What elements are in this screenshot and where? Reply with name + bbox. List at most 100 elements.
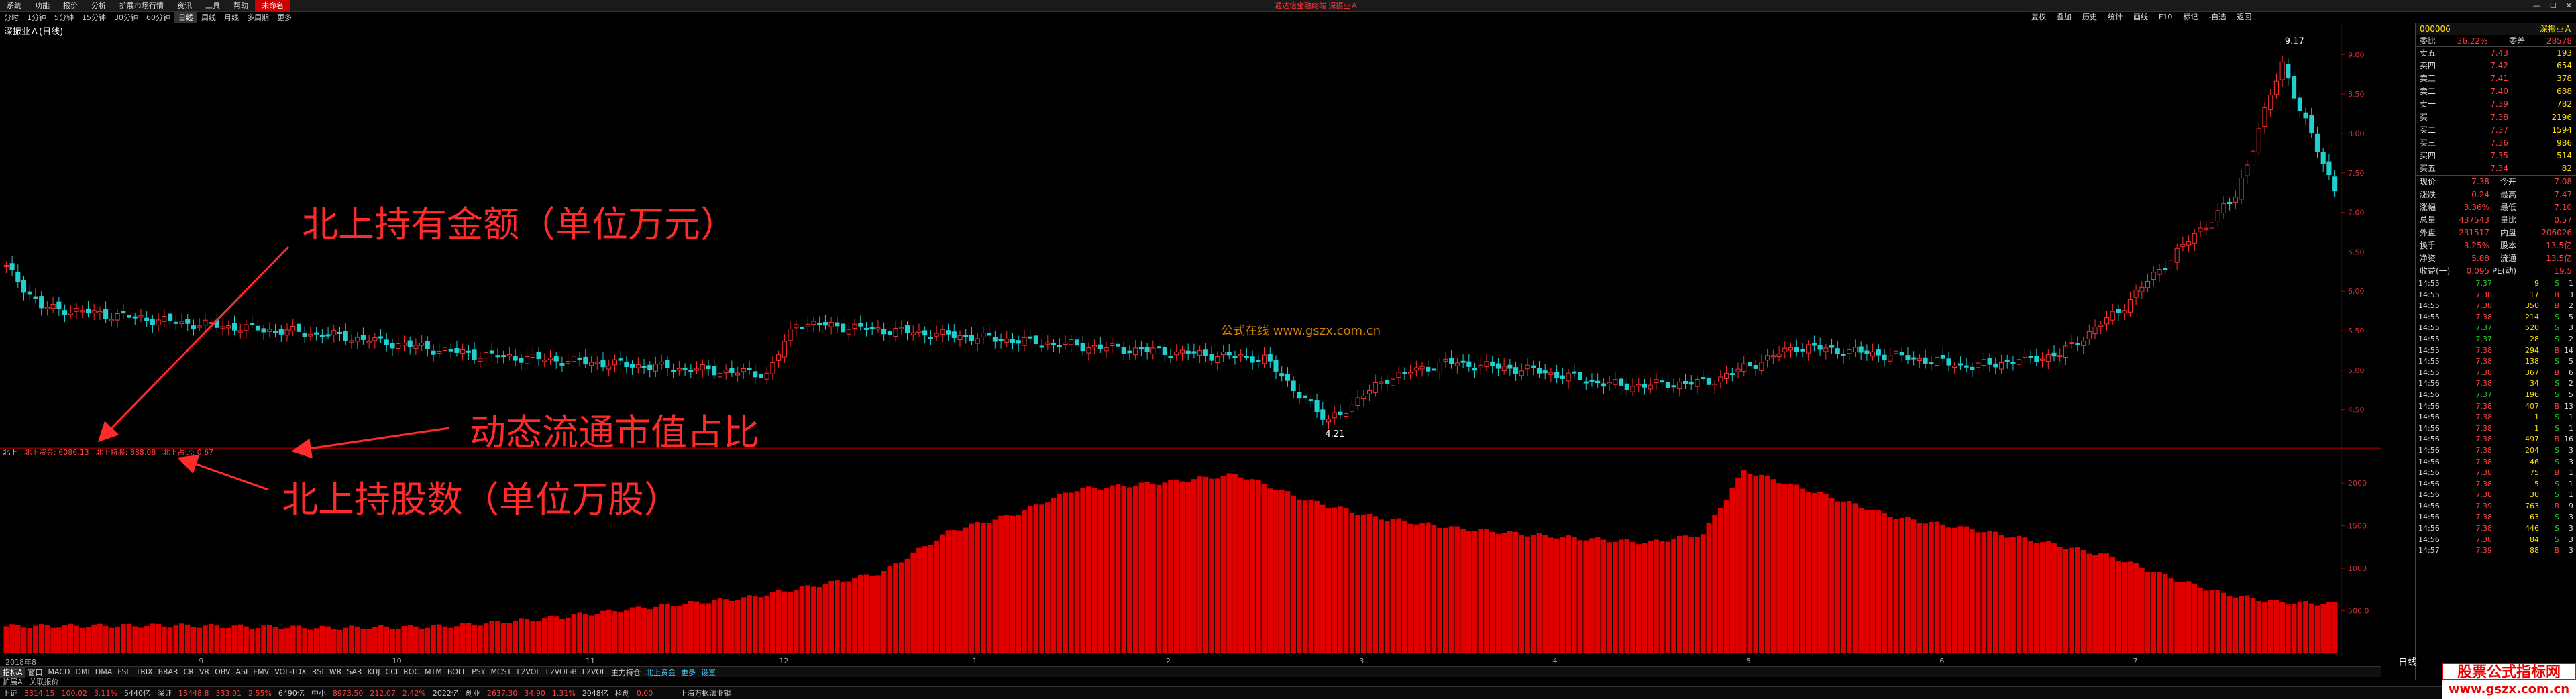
- period-tab[interactable]: 月线: [220, 12, 243, 23]
- indicator-tab[interactable]: 更多: [678, 667, 698, 678]
- candle-body: [863, 327, 869, 330]
- indicator-tab[interactable]: PSY: [469, 667, 488, 676]
- candle-body: [1203, 350, 1208, 356]
- indicator-tab[interactable]: MTM: [422, 667, 445, 676]
- indicator-tab[interactable]: TRIX: [133, 667, 155, 676]
- period-tab[interactable]: 日线: [174, 12, 197, 23]
- toolbar-button[interactable]: -自选: [2203, 12, 2231, 23]
- indicator-tab[interactable]: 设置: [698, 667, 718, 678]
- indicator-tab[interactable]: L2VOL-B: [543, 667, 580, 676]
- candle-body: [1308, 399, 1313, 402]
- holding-bar: [1051, 498, 1057, 653]
- indicator-tab[interactable]: WR: [327, 667, 345, 676]
- candle-body: [1858, 346, 1864, 353]
- order-row: 买一 7.38 2196: [2420, 111, 2572, 124]
- candle-body: [290, 326, 296, 331]
- sub-tick-label: 1500: [2348, 522, 2367, 531]
- candle-body: [220, 326, 225, 329]
- indicator-tab[interactable]: 主力持仓: [608, 667, 643, 678]
- candle-body: [928, 337, 933, 339]
- indicator-tab[interactable]: OBV: [212, 667, 233, 676]
- candle-body: [566, 361, 571, 364]
- indicator-tab[interactable]: VOL-TDX: [272, 667, 309, 676]
- menu-item[interactable]: 帮助: [227, 0, 255, 12]
- menu-item[interactable]: 功能: [28, 0, 56, 12]
- holding-bar: [331, 629, 337, 653]
- order-row: 买四 7.35 514: [2420, 150, 2572, 162]
- menu-item[interactable]: 报价: [56, 0, 85, 12]
- indicator-tab[interactable]: DMI: [73, 667, 93, 676]
- menu-item[interactable]: 系统: [0, 0, 28, 12]
- holding-bar: [1841, 501, 1846, 653]
- indicator-tab[interactable]: L2VOL: [580, 667, 608, 676]
- close-icon[interactable]: ✕: [2566, 0, 2572, 12]
- holding-bar: [688, 600, 694, 653]
- period-tab[interactable]: 1分钟: [23, 12, 50, 23]
- quote-row: 现价 7.38 今开 7.08: [2420, 176, 2572, 189]
- indicator-tab[interactable]: RSI: [309, 667, 327, 676]
- index-name[interactable]: 科创: [615, 688, 630, 698]
- toolbar-button[interactable]: 返回: [2231, 12, 2257, 23]
- indicator-tab[interactable]: CR: [181, 667, 197, 676]
- period-tab[interactable]: 周线: [197, 12, 220, 23]
- toolbar-button[interactable]: 复权: [2026, 12, 2051, 23]
- indicator-tab[interactable]: KDJ: [365, 667, 383, 676]
- index-name[interactable]: 深证: [157, 688, 172, 698]
- index-value: 3314.15: [24, 688, 55, 698]
- menu-item[interactable]: 分析: [85, 0, 113, 12]
- menu-item[interactable]: 扩展市场行情: [113, 0, 170, 12]
- period-tab[interactable]: 60分钟: [142, 12, 174, 23]
- holding-bar: [846, 581, 852, 653]
- menu-item[interactable]: 未命名: [255, 0, 290, 12]
- quote-label: 净资: [2420, 254, 2436, 263]
- indicator-tab[interactable]: FSL: [115, 667, 133, 676]
- tick-volume: 34: [2530, 379, 2539, 388]
- candle-body: [472, 350, 477, 360]
- toolbar-button[interactable]: 统计: [2102, 12, 2128, 23]
- period-tab[interactable]: 5分钟: [50, 12, 78, 23]
- holding-bar: [752, 596, 758, 653]
- menu-item[interactable]: 工具: [199, 0, 227, 12]
- period-tab[interactable]: 30分钟: [110, 12, 142, 23]
- holding-bar: [109, 627, 115, 653]
- status-item[interactable]: 扩展A: [3, 676, 23, 687]
- holding-bar: [337, 629, 343, 653]
- menu-item[interactable]: 资讯: [170, 0, 199, 12]
- holding-bar: [74, 625, 79, 653]
- indicator-tab[interactable]: MACD: [46, 667, 73, 676]
- toolbar-button[interactable]: 历史: [2077, 12, 2102, 23]
- indicator-tab[interactable]: MCST: [488, 667, 514, 676]
- candle-body: [1536, 368, 1542, 374]
- indicator-tab[interactable]: 北上资金: [643, 667, 678, 678]
- quote-label: 股本: [2500, 241, 2516, 250]
- candle-body: [547, 358, 553, 360]
- candle-body: [2174, 248, 2180, 263]
- status-item[interactable]: 关联报价: [30, 676, 59, 687]
- holding-bar: [1115, 484, 1121, 653]
- toolbar-button[interactable]: 叠加: [2051, 12, 2077, 23]
- index-name[interactable]: 中小: [311, 688, 326, 698]
- toolbar-button[interactable]: F10: [2153, 12, 2178, 23]
- indicator-tab[interactable]: BRAR: [156, 667, 181, 676]
- indicator-tab[interactable]: VR: [197, 667, 212, 676]
- period-tab[interactable]: 15分钟: [78, 12, 110, 23]
- holding-bar: [2180, 582, 2186, 653]
- period-tab[interactable]: 多周期: [243, 12, 273, 23]
- indicator-tab[interactable]: ASI: [233, 667, 250, 676]
- indicator-tab[interactable]: DMA: [93, 667, 115, 676]
- indicator-tab[interactable]: BOLL: [445, 667, 469, 676]
- indicator-tab[interactable]: L2VOL: [514, 667, 543, 676]
- indicator-tab[interactable]: CCI: [383, 667, 401, 676]
- indicator-tab[interactable]: ROC: [400, 667, 422, 676]
- toolbar-button[interactable]: 标记: [2178, 12, 2203, 23]
- minimize-icon[interactable]: —: [2533, 0, 2540, 12]
- index-name[interactable]: 创业: [466, 688, 480, 698]
- indicator-tab[interactable]: SAR: [344, 667, 364, 676]
- maximize-icon[interactable]: ☐: [2550, 0, 2557, 12]
- index-name[interactable]: 上证: [3, 688, 17, 698]
- holding-bar: [1618, 539, 1624, 653]
- period-tab[interactable]: 更多: [273, 12, 296, 23]
- period-tab[interactable]: 分时: [0, 12, 23, 23]
- toolbar-button[interactable]: 画线: [2128, 12, 2153, 23]
- indicator-tab[interactable]: EMV: [250, 667, 272, 676]
